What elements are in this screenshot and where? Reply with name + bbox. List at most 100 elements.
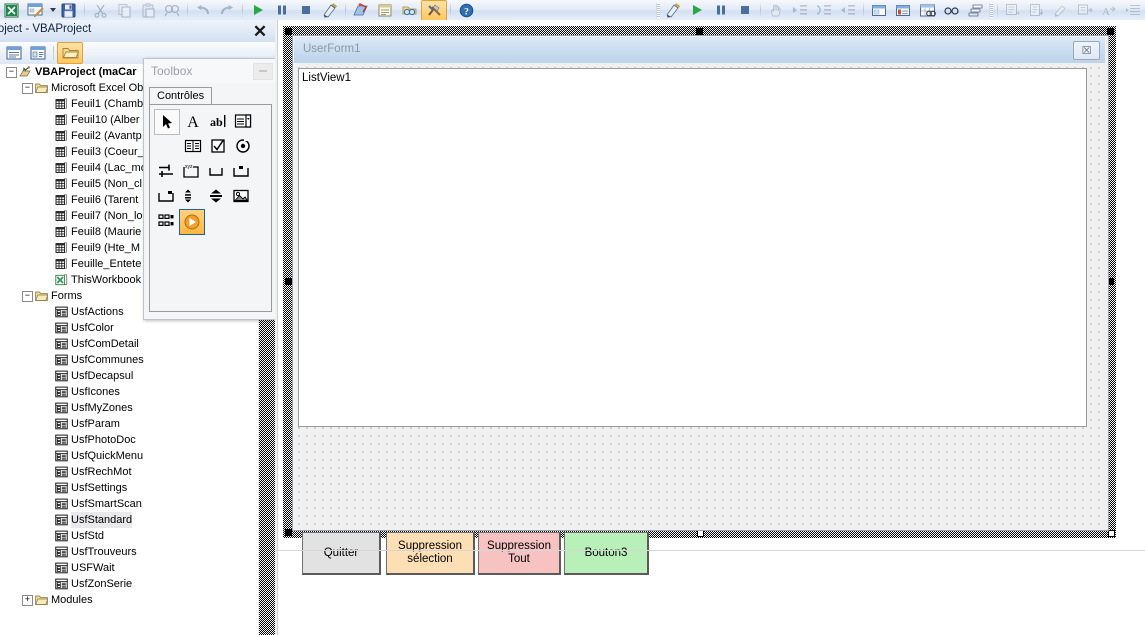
quitter-button[interactable]: Quitter [302, 532, 381, 575]
tree-item[interactable]: UsfZonSerie [0, 576, 259, 592]
step-over-icon[interactable] [812, 1, 836, 20]
quick-info-icon[interactable] [1049, 1, 1073, 20]
parameter-info-icon[interactable] [1073, 1, 1097, 20]
view-object-icon[interactable] [26, 43, 50, 63]
resize-handle-top-center[interactable] [696, 28, 703, 35]
step-into-icon[interactable] [788, 1, 812, 20]
complete-word-icon[interactable]: A [1097, 1, 1121, 20]
pause-icon-2[interactable] [709, 1, 733, 20]
tab-controles[interactable]: Contrôles [149, 87, 212, 105]
indent-icon[interactable] [1121, 1, 1145, 20]
label-icon[interactable]: A [181, 109, 205, 133]
tree-item[interactable]: UsfTrouveurs [0, 544, 259, 560]
hand-icon[interactable] [764, 1, 788, 20]
resize-handle-top-right[interactable] [1107, 28, 1114, 35]
tree-item[interactable]: UsfSmartScan [0, 496, 259, 512]
spinbutton-icon[interactable] [204, 184, 228, 208]
tree-item[interactable]: UsfParam [0, 416, 259, 432]
run-icon-2[interactable] [685, 1, 709, 20]
resize-handle-bottom-right[interactable] [1108, 530, 1115, 537]
list-properties-icon[interactable] [1001, 1, 1025, 20]
userform-canvas[interactable]: ListView1 QuitterSuppression sélectionSu… [294, 63, 1105, 528]
listbox-icon[interactable] [181, 134, 205, 158]
project-explorer-icon[interactable] [349, 1, 373, 20]
call-stack-icon[interactable] [963, 1, 987, 20]
tree-item[interactable]: UsfCommunes [0, 352, 259, 368]
commandbutton-icon[interactable] [204, 159, 228, 183]
listview-icon[interactable] [179, 209, 205, 235]
stop-icon-2[interactable] [733, 1, 757, 20]
userform-design-surface[interactable]: UserForm1 ☒ ListView1 QuitterSuppression… [283, 26, 1116, 538]
bouton3-button[interactable]: Bouton3 [564, 532, 649, 575]
image-icon[interactable] [229, 184, 253, 208]
combobox-icon[interactable] [231, 109, 255, 133]
view-excel-icon[interactable] [0, 1, 24, 20]
tree-item[interactable]: UsfQuickMenu [0, 448, 259, 464]
multipage-icon[interactable] [154, 184, 178, 208]
quick-watch-icon[interactable] [939, 1, 963, 20]
collapse-icon[interactable]: − [6, 67, 17, 78]
togglebutton-icon[interactable] [154, 159, 178, 183]
tree-item[interactable]: UsfStd [0, 528, 259, 544]
toggle-folders-icon[interactable] [57, 42, 83, 64]
refedit-icon[interactable] [154, 209, 178, 233]
find-icon[interactable] [160, 1, 184, 20]
suppression-tout-button[interactable]: Suppression Tout [478, 532, 561, 575]
collapse-icon[interactable]: − [22, 291, 33, 302]
checkbox-icon[interactable] [206, 134, 230, 158]
run-icon[interactable] [246, 1, 270, 20]
locals-window-icon[interactable] [867, 1, 891, 20]
cut-icon[interactable] [88, 1, 112, 20]
tree-item[interactable]: UsfRechMot [0, 464, 259, 480]
tree-item[interactable]: UsfMyZones [0, 400, 259, 416]
toolbar-drag-grip-2[interactable] [987, 1, 994, 20]
resize-handle-bottom-left[interactable] [285, 529, 292, 536]
tree-item[interactable]: UsfIcones [0, 384, 259, 400]
frame-icon[interactable]: xyz [179, 159, 203, 183]
list-constants-icon[interactable] [1025, 1, 1049, 20]
insert-userform-icon[interactable] [24, 1, 48, 20]
expand-icon[interactable]: + [22, 595, 33, 606]
pause-icon[interactable] [270, 1, 294, 20]
textbox-icon[interactable]: ab [206, 109, 230, 133]
close-icon[interactable]: ✕ [251, 22, 269, 40]
redo-icon[interactable] [215, 1, 239, 20]
tabstrip-icon[interactable] [229, 159, 253, 183]
tree-item[interactable]: UsfDecapsul [0, 368, 259, 384]
collapse-icon[interactable]: − [22, 83, 33, 94]
resize-handle-bottom-center[interactable] [697, 530, 704, 537]
object-browser-icon[interactable] [397, 1, 421, 20]
suppression-selection-button[interactable]: Suppression sélection [386, 532, 475, 575]
help-icon[interactable]: ? [454, 1, 478, 20]
resize-handle-top-left[interactable] [285, 28, 292, 35]
undo-icon[interactable] [191, 1, 215, 20]
properties-window-icon[interactable] [373, 1, 397, 20]
toolbar-drag-grip[interactable] [654, 1, 661, 20]
save-icon[interactable] [57, 1, 81, 20]
resize-handle-middle-left[interactable] [285, 278, 292, 285]
tree-item[interactable]: UsfPhotoDoc [0, 432, 259, 448]
copy-icon[interactable] [112, 1, 136, 20]
design-mode-icon[interactable] [318, 1, 342, 20]
tree-item[interactable]: +Modules [0, 592, 259, 608]
tree-item[interactable]: UsfSettings [0, 480, 259, 496]
toolbox-icon[interactable] [421, 0, 447, 21]
optionbutton-icon[interactable] [231, 134, 255, 158]
paste-icon[interactable] [136, 1, 160, 20]
design-mode-icon-2[interactable] [661, 1, 685, 20]
tree-item[interactable]: UsfColor [0, 320, 259, 336]
listview-control[interactable]: ListView1 [298, 68, 1087, 427]
tree-item[interactable]: USFWait [0, 560, 259, 576]
toolbox-minimize-button[interactable] [253, 63, 273, 80]
close-icon[interactable]: ☒ [1073, 41, 1100, 60]
tree-item[interactable]: UsfStandard [0, 512, 259, 528]
step-out-icon[interactable] [836, 1, 860, 20]
stop-icon[interactable] [294, 1, 318, 20]
watch-window-icon[interactable] [915, 1, 939, 20]
insert-dropdown-chevron-down-icon[interactable] [48, 1, 57, 20]
view-code-icon[interactable] [2, 43, 26, 63]
select-objects-icon[interactable] [154, 109, 180, 135]
tree-item[interactable]: UsfComDetail [0, 336, 259, 352]
immediate-window-icon[interactable] [891, 1, 915, 20]
scrollbar-icon[interactable] [179, 184, 203, 208]
